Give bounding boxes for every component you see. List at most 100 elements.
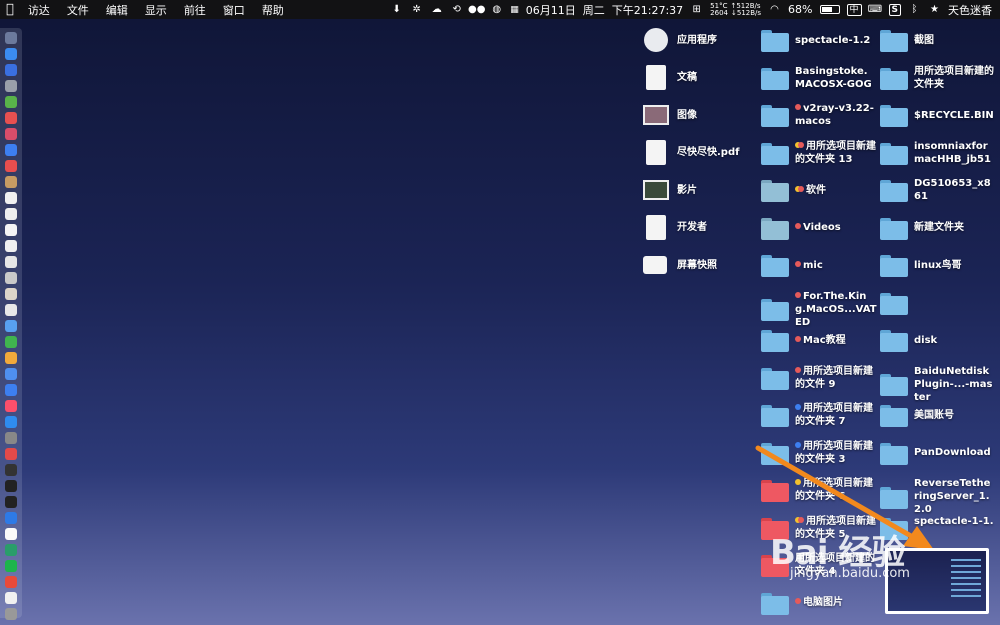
dock-app-icon[interactable] bbox=[5, 48, 17, 60]
dock-app-icon[interactable] bbox=[5, 336, 17, 348]
folder-item[interactable]: spectacle-1.2 bbox=[761, 27, 877, 53]
wifi-icon[interactable]: ◠ bbox=[768, 4, 781, 16]
menu-file[interactable]: 文件 bbox=[67, 2, 89, 18]
dock-app-icon[interactable] bbox=[5, 176, 17, 188]
desktop-item[interactable]: 开发者 bbox=[643, 214, 759, 241]
folder-body bbox=[761, 183, 789, 202]
folder-item[interactable]: Mac教程 bbox=[761, 327, 877, 353]
dock-app-icon[interactable] bbox=[5, 592, 17, 604]
dock-app-icon[interactable] bbox=[5, 384, 17, 396]
folder-item[interactable]: 用所选项目新建的文件夹 6 bbox=[761, 477, 877, 503]
dock-app-icon[interactable] bbox=[5, 464, 17, 476]
menu-help[interactable]: 帮助 bbox=[262, 2, 284, 18]
dock-app-icon[interactable] bbox=[5, 608, 17, 620]
folder-item[interactable]: 美国账号 bbox=[880, 402, 994, 428]
battery-percent[interactable]: 68% bbox=[788, 3, 812, 16]
bluetooth-icon[interactable]: ᛒ bbox=[908, 4, 921, 16]
folder-item[interactable]: disk bbox=[880, 327, 994, 353]
dock-app-icon[interactable] bbox=[5, 512, 17, 524]
folder-item[interactable]: PanDownload bbox=[880, 440, 994, 466]
input-method[interactable]: 中 bbox=[846, 3, 862, 16]
folder-item[interactable]: 用所选项目新建的文件夹 bbox=[880, 65, 994, 91]
dock-app-icon[interactable] bbox=[5, 416, 17, 428]
folder-item[interactable]: 软件 bbox=[761, 177, 877, 203]
dock-app-icon[interactable] bbox=[5, 272, 17, 284]
system-monitor[interactable]: 51°C ↑512B/s 2604 ↓512B/s bbox=[710, 2, 761, 17]
folder-item[interactable]: 新建文件夹 bbox=[880, 215, 994, 241]
dock-app-icon[interactable] bbox=[5, 432, 17, 444]
folder-item[interactable]: BaiduNetdiskPlugin-...-master bbox=[880, 365, 994, 404]
dock-app-icon[interactable] bbox=[5, 32, 17, 44]
desktop-item[interactable]: 影片 bbox=[643, 177, 759, 203]
dock-app-icon[interactable] bbox=[5, 368, 17, 380]
dots-icon[interactable]: ●● bbox=[468, 4, 485, 16]
dock-app-icon[interactable] bbox=[5, 352, 17, 364]
dock-app-icon[interactable] bbox=[5, 256, 17, 268]
folder-item[interactable]: 用所选项目新建的文件夹 13 bbox=[761, 140, 877, 166]
dock-app-icon[interactable] bbox=[5, 112, 17, 124]
menu-window[interactable]: 窗口 bbox=[223, 2, 245, 18]
battery-icon[interactable] bbox=[819, 5, 840, 14]
desktop-item[interactable]: 屏幕快照 bbox=[643, 252, 759, 278]
star-icon[interactable]: ★ bbox=[928, 4, 941, 16]
folder-item[interactable]: Basingstoke.MACOSX-GOG bbox=[761, 65, 877, 91]
folder-item[interactable]: insomniaxformacHHB_jb51 bbox=[880, 140, 994, 166]
folder-item[interactable]: Videos bbox=[761, 215, 877, 241]
menu-go[interactable]: 前往 bbox=[184, 2, 206, 18]
folder-item[interactable] bbox=[880, 290, 994, 316]
download-icon[interactable]: ⬇ bbox=[390, 4, 403, 16]
folder-item[interactable]: 用所选项目新建的文件夹 7 bbox=[761, 402, 877, 428]
dock-app-icon[interactable] bbox=[5, 224, 17, 236]
dock-app-icon[interactable] bbox=[5, 448, 17, 460]
dock-app-icon[interactable] bbox=[5, 96, 17, 108]
apple-menu-icon[interactable]:  bbox=[6, 2, 14, 17]
dock-app-icon[interactable] bbox=[5, 304, 17, 316]
dock-app-icon[interactable] bbox=[5, 528, 17, 540]
dock-app-icon[interactable] bbox=[5, 320, 17, 332]
gear-icon[interactable]: ✲ bbox=[410, 4, 423, 16]
folder-item[interactable]: 用所选项目新建的文件夹 3 bbox=[761, 440, 877, 466]
time-text[interactable]: 下午21:27:37 bbox=[612, 2, 683, 18]
dock-app-icon[interactable] bbox=[5, 128, 17, 140]
folder-item[interactable]: ReverseTetheringServer_1.2.0 bbox=[880, 477, 994, 516]
dock-app-icon[interactable] bbox=[5, 496, 17, 508]
folder-item[interactable]: mic bbox=[761, 252, 877, 278]
folder-item[interactable]: DG510653_x861 bbox=[880, 177, 994, 203]
dock-app-icon[interactable] bbox=[5, 192, 17, 204]
dock-app-icon[interactable] bbox=[5, 288, 17, 300]
desktop-item[interactable]: 尽快尽快.pdf bbox=[643, 139, 759, 166]
username[interactable]: 天色迷香 bbox=[948, 2, 992, 18]
dock-app-icon[interactable] bbox=[5, 480, 17, 492]
folder-item[interactable]: linux鸟哥 bbox=[880, 252, 994, 278]
globe-icon[interactable]: ◍ bbox=[490, 4, 503, 16]
dock-app-icon[interactable] bbox=[5, 64, 17, 76]
weekday-text[interactable]: 周二 bbox=[583, 2, 605, 18]
desktop-item[interactable]: 图像 bbox=[643, 102, 759, 128]
folder-item[interactable]: 用所选项目新建的文件 9 bbox=[761, 365, 877, 391]
ghost-icon[interactable]: ☁ bbox=[430, 4, 443, 16]
menu-view[interactable]: 显示 bbox=[145, 2, 167, 18]
folder-item[interactable]: 截图 bbox=[880, 27, 994, 53]
folder-item[interactable]: For.The.King.MacOS...VATED bbox=[761, 290, 877, 329]
dock-app-icon[interactable] bbox=[5, 576, 17, 588]
sync-icon[interactable]: ⟲ bbox=[450, 4, 463, 16]
dock-app-icon[interactable] bbox=[5, 544, 17, 556]
dock-app-icon[interactable] bbox=[5, 80, 17, 92]
desktop-item[interactable]: 应用程序 bbox=[643, 27, 759, 53]
dock-app-icon[interactable] bbox=[5, 144, 17, 156]
s-app-icon[interactable]: S bbox=[888, 3, 901, 16]
dock-app-icon[interactable] bbox=[5, 400, 17, 412]
menu-edit[interactable]: 编辑 bbox=[106, 2, 128, 18]
app-grid-icon[interactable]: ⊞ bbox=[690, 4, 703, 16]
desktop-item[interactable]: 文稿 bbox=[643, 64, 759, 91]
dock-app-icon[interactable] bbox=[5, 208, 17, 220]
dock-app-icon[interactable] bbox=[5, 240, 17, 252]
folder-item[interactable]: 电脑图片 bbox=[761, 590, 877, 616]
menu-finder[interactable]: 访达 bbox=[28, 2, 50, 18]
date-text[interactable]: 06月11日 bbox=[526, 2, 576, 18]
folder-item[interactable]: v2ray-v3.22-macos bbox=[761, 102, 877, 128]
folder-item[interactable]: $RECYCLE.BIN bbox=[880, 102, 994, 128]
dock-app-icon[interactable] bbox=[5, 560, 17, 572]
keyboard-icon[interactable]: ⌨ bbox=[868, 4, 882, 16]
dock-app-icon[interactable] bbox=[5, 160, 17, 172]
